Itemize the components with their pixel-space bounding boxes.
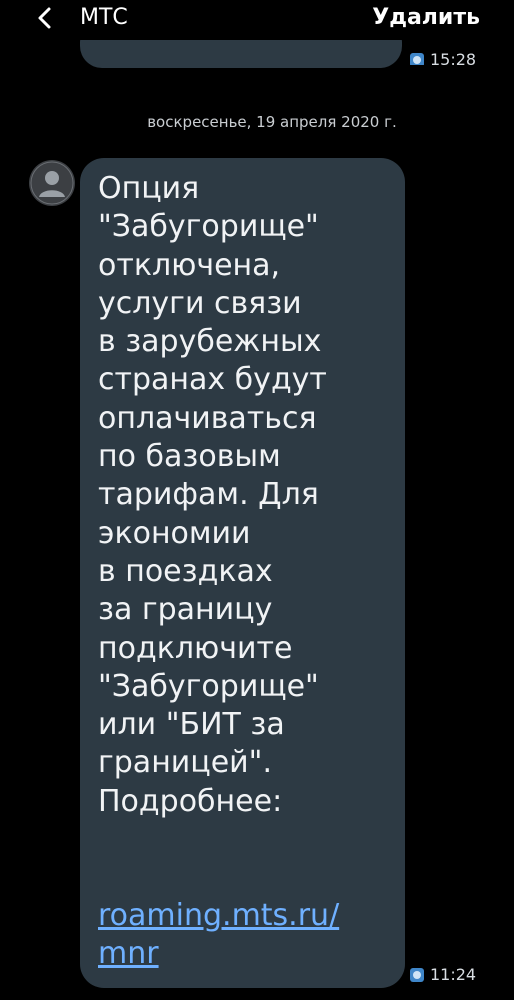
sim-icon <box>410 968 424 982</box>
previous-message-time: 15:28 <box>410 49 500 65</box>
delete-button[interactable]: Удалить <box>372 4 480 32</box>
message-link[interactable]: roaming.mts.ru/ mnr <box>98 897 398 974</box>
message-time-text: 11:24 <box>430 965 477 984</box>
chevron-left-icon <box>38 7 51 29</box>
app-header: МТС Удалить <box>0 0 514 40</box>
previous-time-text: 15:28 <box>430 50 477 65</box>
person-icon <box>30 161 74 205</box>
back-button[interactable] <box>30 4 60 34</box>
sender-avatar[interactable] <box>29 160 75 206</box>
message-text: Опция "Забугорище" отключена, услуги свя… <box>98 171 327 819</box>
message-time: 11:24 <box>410 964 476 986</box>
conversation-title: МТС <box>80 5 128 30</box>
date-separator: воскресенье, 19 апреля 2020 г. <box>147 113 397 131</box>
sim-icon <box>410 53 424 65</box>
